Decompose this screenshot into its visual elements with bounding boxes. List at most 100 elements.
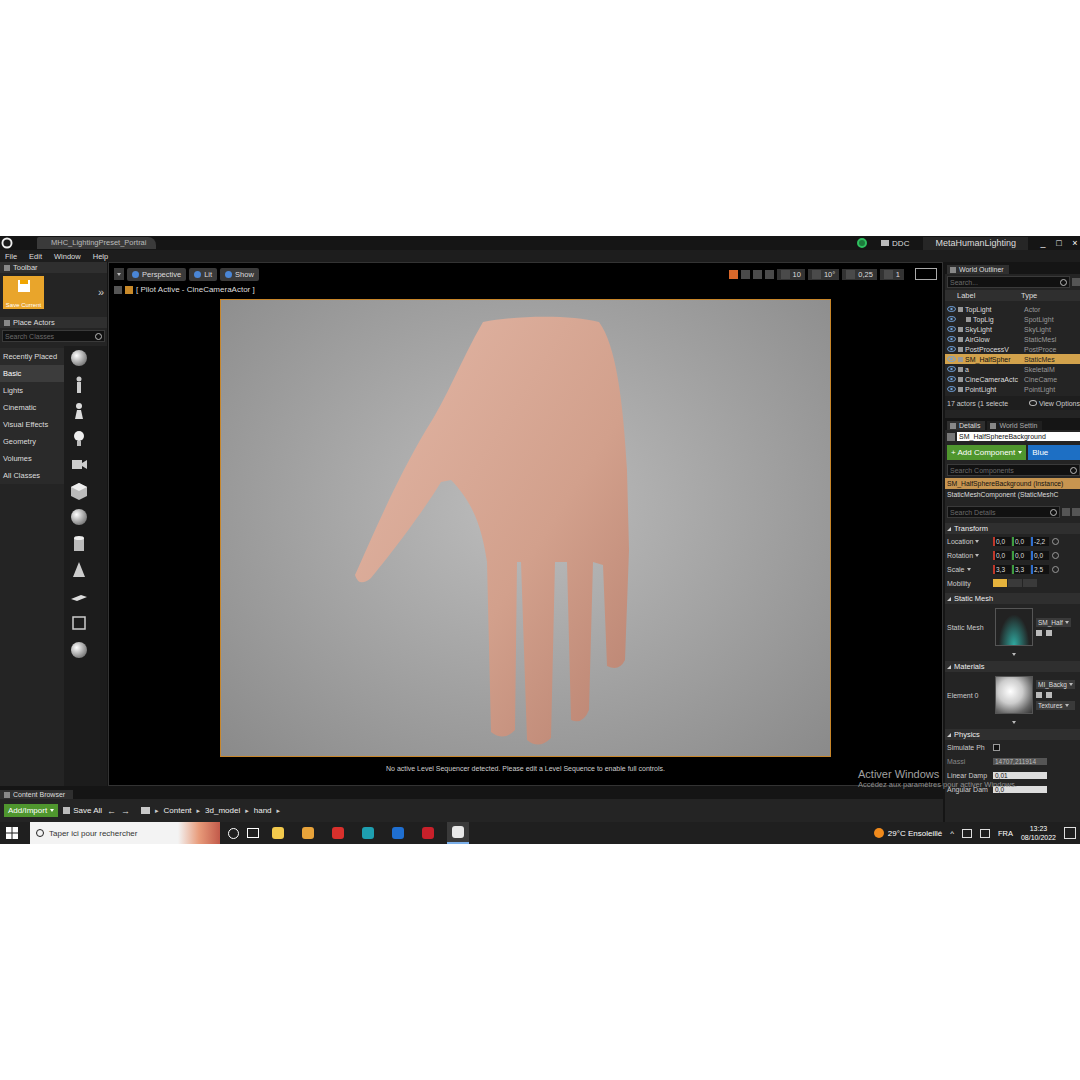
component-item[interactable]: SM_HalfSphereBackground (Instance) — [945, 478, 1080, 489]
toolbar-tab[interactable]: Toolbar — [0, 262, 107, 273]
menu-item[interactable]: Edit — [29, 252, 42, 261]
category-item[interactable]: Visual Effects — [0, 416, 64, 433]
reset-icon[interactable] — [1052, 552, 1059, 559]
eye-icon[interactable] — [947, 326, 956, 332]
actor-item[interactable] — [69, 481, 89, 501]
viewport-options-button[interactable] — [114, 268, 124, 280]
layout-icon[interactable] — [915, 268, 937, 280]
path-separator[interactable]: ▸ — [245, 807, 249, 815]
snap-setting[interactable]: 0,25 — [842, 269, 877, 280]
details-tab[interactable]: World Settin — [987, 421, 1042, 430]
volume-icon[interactable] — [980, 829, 990, 838]
category-item[interactable]: Basic — [0, 365, 64, 382]
outliner-row[interactable]: TopLightActor — [945, 304, 1080, 314]
taskbar-app[interactable] — [297, 822, 319, 844]
category-item[interactable]: All Classes — [0, 467, 64, 484]
type-column-header[interactable]: Type — [1021, 291, 1080, 300]
select-icon[interactable] — [741, 270, 750, 279]
path-item[interactable]: hand — [254, 806, 272, 815]
path-separator[interactable]: ▸ — [277, 807, 281, 815]
taskbar-app[interactable] — [387, 822, 409, 844]
label-column-header[interactable]: Label — [957, 291, 1021, 300]
rotate-icon[interactable] — [765, 270, 774, 279]
filter-icon[interactable] — [1072, 278, 1080, 286]
language-indicator[interactable]: FRA — [998, 829, 1013, 838]
source-control-icon[interactable] — [857, 238, 867, 248]
number-field[interactable]: 3,3 — [993, 565, 1011, 574]
windows-start-icon[interactable] — [6, 827, 18, 839]
menu-item[interactable]: File — [5, 252, 17, 261]
reset-icon[interactable] — [1052, 538, 1059, 545]
move-icon[interactable] — [753, 270, 762, 279]
eye-icon[interactable] — [1072, 508, 1080, 516]
grid-view-icon[interactable] — [1062, 508, 1070, 516]
taskbar-app[interactable] — [327, 822, 349, 844]
window-control-button[interactable]: × — [1070, 237, 1080, 249]
category-item[interactable]: Lights — [0, 382, 64, 399]
number-field[interactable]: 0,01 — [993, 772, 1047, 779]
eye-icon[interactable] — [947, 366, 956, 372]
clock[interactable]: 13:2308/10/2022 — [1021, 824, 1056, 842]
textures-dropdown[interactable]: Textures — [1036, 701, 1075, 710]
number-field[interactable]: 0,0 — [1012, 551, 1030, 560]
actor-item[interactable] — [69, 454, 89, 474]
transform-section-header[interactable]: Transform — [945, 523, 1080, 534]
place-actors-tab[interactable]: Place Actors — [0, 317, 107, 328]
number-field[interactable]: 0,0 — [993, 537, 1011, 546]
eye-icon[interactable] — [947, 376, 956, 382]
snap-setting[interactable]: 10° — [808, 269, 839, 280]
search-classes-field[interactable]: Search Classes — [2, 330, 105, 342]
tray-expand-button[interactable]: ^ — [950, 829, 954, 838]
level-tab[interactable]: MHC_LightingPreset_Portrai — [37, 237, 156, 249]
number-field[interactable]: 0,0 — [993, 786, 1047, 793]
world-outliner-tab[interactable]: World Outliner — [947, 265, 1009, 274]
view-options-button[interactable]: View Options — [1029, 400, 1080, 407]
outliner-row[interactable]: PostProcessVPostProce — [945, 344, 1080, 354]
number-field[interactable]: 0,0 — [1012, 537, 1030, 546]
more-chevron[interactable] — [945, 650, 1080, 658]
window-control-button[interactable]: _ — [1038, 237, 1048, 249]
actor-item[interactable] — [69, 640, 89, 660]
weather-widget[interactable]: 29°C Ensoleillé — [874, 828, 942, 838]
eye-icon[interactable] — [947, 386, 956, 392]
search-components-field[interactable]: Search Components — [947, 464, 1080, 476]
path-item[interactable]: 3d_model — [205, 806, 240, 815]
network-icon[interactable] — [962, 829, 972, 838]
actor-item[interactable] — [69, 534, 89, 554]
viewport-mode-button[interactable]: Show — [220, 268, 259, 281]
outliner-row[interactable]: CineCameraActcCineCame — [945, 374, 1080, 384]
add-component-button[interactable]: + Add Component — [947, 445, 1026, 460]
menu-item[interactable]: Help — [93, 252, 108, 261]
number-field[interactable]: 0,0 — [993, 551, 1011, 560]
category-item[interactable]: Recently Placed — [0, 348, 64, 365]
notifications-icon[interactable] — [1064, 827, 1076, 839]
component-item[interactable]: StaticMeshComponent (StaticMeshC — [945, 489, 1080, 500]
save-all-button[interactable]: Save All — [63, 806, 102, 815]
actor-item[interactable] — [69, 428, 89, 448]
eye-icon[interactable] — [947, 346, 956, 352]
taskbar-app[interactable] — [267, 822, 289, 844]
content-browser-tab[interactable]: Content Browser — [0, 790, 73, 799]
stationary-mobility-option[interactable] — [1008, 579, 1022, 587]
cortana-icon[interactable] — [228, 828, 239, 839]
ddc-indicator[interactable]: DDC — [873, 239, 917, 248]
window-control-button[interactable]: □ — [1054, 237, 1064, 249]
camera-icon[interactable] — [125, 286, 133, 294]
taskbar-app[interactable] — [357, 822, 379, 844]
actor-item[interactable] — [69, 507, 89, 527]
outliner-row[interactable]: PointLightPointLight — [945, 384, 1080, 394]
eye-icon[interactable] — [947, 316, 956, 322]
viewport-mode-button[interactable]: Lit — [189, 268, 217, 281]
use-icon[interactable] — [1036, 630, 1042, 636]
actor-item[interactable] — [69, 587, 89, 607]
number-field[interactable]: 0,0 — [1031, 551, 1049, 560]
path-item[interactable]: Content — [164, 806, 192, 815]
movable-mobility-option[interactable] — [1023, 579, 1037, 587]
details-tab[interactable]: Details — [947, 421, 985, 430]
use-icon[interactable] — [1036, 692, 1042, 698]
static-mobility-option[interactable] — [993, 579, 1007, 587]
blueprint-button[interactable]: Blue — [1028, 445, 1080, 460]
eye-icon[interactable] — [947, 336, 956, 342]
material-dropdown[interactable]: MI_Backg — [1036, 680, 1075, 689]
viewport-mode-button[interactable]: Perspective — [127, 268, 186, 281]
